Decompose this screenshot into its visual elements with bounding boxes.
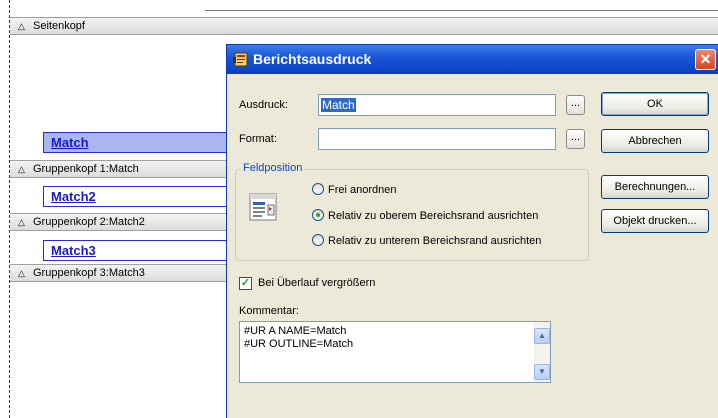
overflow-checkbox[interactable]: ✓ (239, 277, 252, 290)
field-match[interactable]: Match (43, 132, 243, 153)
ruler-line (205, 10, 718, 11)
collapse-triangle-icon[interactable]: △ (18, 161, 30, 177)
format-browse-button[interactable]: ... (566, 129, 585, 149)
scroll-up-arrow-icon[interactable]: ▲ (534, 328, 550, 344)
field-match3[interactable]: Match3 (43, 240, 243, 261)
ausdruck-label: Ausdruck: (239, 99, 288, 111)
kommentar-scrollbar[interactable]: ▲ ▼ (534, 322, 550, 382)
band-label: Seitenkopf (33, 20, 85, 32)
field-match2[interactable]: Match2 (43, 186, 243, 207)
objekt-drucken-button[interactable]: Objekt drucken... (601, 209, 709, 233)
format-label: Format: (239, 133, 277, 145)
checkmark-icon: ✓ (240, 277, 251, 289)
ausdruck-value: Match (321, 98, 356, 112)
collapse-triangle-icon[interactable]: △ (18, 18, 30, 34)
radio-relativ-oben[interactable]: Relativ zu oberem Bereichsrand ausrichte… (312, 209, 538, 223)
close-button[interactable]: ✕ (695, 49, 716, 70)
report-app-icon (233, 52, 248, 67)
dialog-title: Berichtsausdruck (253, 51, 372, 67)
kommentar-textarea[interactable]: #UR A NAME=Match #UR OUTLINE=Match ▲ ▼ (239, 321, 551, 383)
ausdruck-input[interactable]: Match (318, 94, 556, 116)
field-position-icon (249, 193, 277, 221)
radio-label: Frei anordnen (328, 184, 397, 196)
kommentar-line-1: #UR A NAME=Match (244, 325, 347, 337)
collapse-triangle-icon[interactable]: △ (18, 214, 30, 230)
radio-label: Relativ zu unterem Bereichsrand ausricht… (328, 235, 542, 247)
radio-label: Relativ zu oberem Bereichsrand ausrichte… (328, 210, 539, 222)
cancel-button[interactable]: Abbrechen (601, 129, 709, 153)
band-label: Gruppenkopf 1:Match (33, 163, 139, 175)
kommentar-label: Kommentar: (239, 305, 299, 317)
berichtsausdruck-dialog: Berichtsausdruck ✕ Ausdruck: Match ... F… (226, 44, 718, 418)
band-seitenkopf[interactable]: △ Seitenkopf (10, 17, 718, 35)
close-icon: ✕ (699, 51, 712, 67)
scroll-down-arrow-icon[interactable]: ▼ (534, 364, 550, 380)
overflow-label: Bei Überlauf vergrößern (258, 277, 376, 289)
radio-relativ-unten[interactable]: Relativ zu unterem Bereichsrand ausricht… (312, 234, 541, 248)
radio-button[interactable] (312, 234, 324, 246)
band-label: Gruppenkopf 2:Match2 (33, 216, 145, 228)
band-label: Gruppenkopf 3:Match3 (33, 267, 145, 279)
radio-frei-anordnen[interactable]: Frei anordnen (312, 183, 397, 197)
ok-button[interactable]: OK (601, 92, 709, 116)
berechnungen-button[interactable]: Berechnungen... (601, 175, 709, 199)
radio-button[interactable] (312, 183, 324, 195)
left-margin-guide (9, 0, 10, 418)
format-input[interactable] (318, 128, 556, 150)
kommentar-line-2: #UR OUTLINE=Match (244, 338, 354, 350)
collapse-triangle-icon[interactable]: △ (18, 265, 30, 281)
feldposition-title: Feldposition (241, 162, 305, 174)
ausdruck-browse-button[interactable]: ... (566, 95, 585, 115)
dialog-titlebar[interactable]: Berichtsausdruck ✕ (227, 45, 718, 74)
radio-button[interactable] (312, 209, 324, 221)
